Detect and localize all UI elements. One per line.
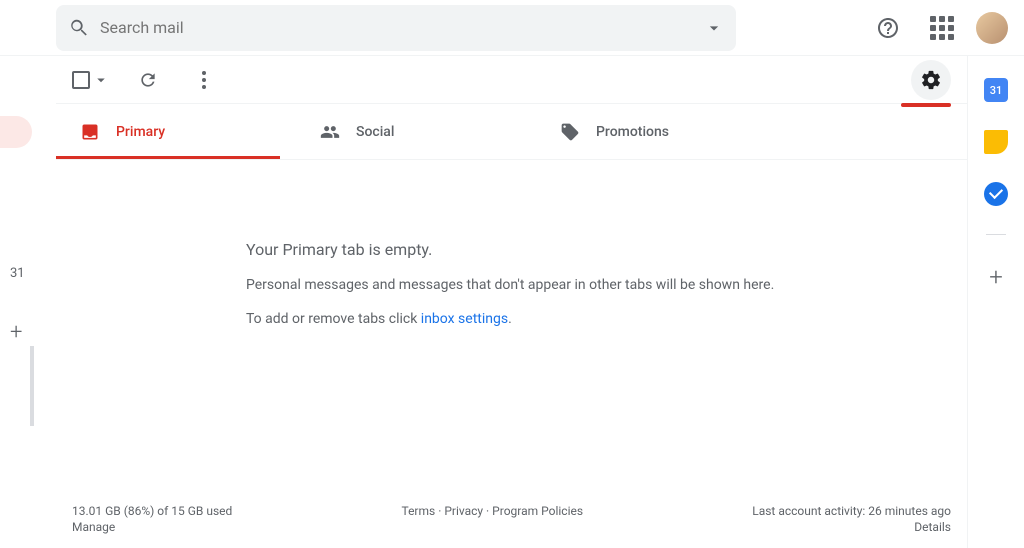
google-apps-button[interactable] bbox=[922, 8, 962, 48]
storage-text: 13.01 GB (86%) of 15 GB used bbox=[72, 504, 232, 518]
people-icon bbox=[320, 122, 340, 142]
tab-label: Social bbox=[356, 124, 394, 140]
main-panel: Primary Social Promotions Your Primary t… bbox=[56, 56, 968, 548]
rail-divider bbox=[986, 234, 1006, 235]
refresh-button[interactable] bbox=[130, 62, 166, 98]
activity-text: Last account activity: 26 minutes ago bbox=[752, 504, 951, 518]
search-bar[interactable] bbox=[56, 5, 736, 51]
tasks-app-icon[interactable] bbox=[984, 182, 1008, 206]
sidebar-count: 31 bbox=[10, 266, 25, 281]
settings-button[interactable] bbox=[911, 60, 951, 100]
footer-links: Terms · Privacy · Program Policies bbox=[401, 504, 583, 518]
search-icon bbox=[68, 17, 90, 39]
privacy-link[interactable]: Privacy bbox=[444, 504, 483, 518]
search-input[interactable] bbox=[100, 18, 704, 37]
tag-icon bbox=[560, 122, 580, 142]
add-addon-button[interactable]: + bbox=[989, 263, 1003, 291]
three-dots-icon bbox=[202, 71, 206, 89]
keep-app-icon[interactable] bbox=[984, 130, 1008, 154]
compose-pill[interactable] bbox=[0, 116, 32, 148]
settings-highlight bbox=[901, 103, 951, 107]
tab-primary[interactable]: Primary bbox=[56, 104, 296, 159]
left-sidebar: 31 + bbox=[0, 56, 56, 548]
empty-action-line: To add or remove tabs click inbox settin… bbox=[246, 311, 951, 327]
header-actions bbox=[868, 8, 1008, 48]
inbox-icon bbox=[80, 122, 100, 142]
toolbar bbox=[56, 56, 967, 104]
checkbox-icon bbox=[72, 71, 90, 89]
more-button[interactable] bbox=[186, 62, 222, 98]
content-area: 31 + bbox=[0, 56, 1024, 548]
empty-state: Your Primary tab is empty. Personal mess… bbox=[56, 160, 967, 494]
account-avatar[interactable] bbox=[976, 12, 1008, 44]
app-header bbox=[0, 0, 1024, 56]
help-button[interactable] bbox=[868, 8, 908, 48]
tab-label: Primary bbox=[116, 124, 165, 140]
right-side-panel: 31 + bbox=[968, 56, 1024, 548]
policies-link[interactable]: Program Policies bbox=[492, 504, 583, 518]
select-all-checkbox[interactable] bbox=[72, 71, 110, 89]
chevron-down-icon bbox=[92, 71, 110, 89]
manage-storage-link[interactable]: Manage bbox=[72, 520, 232, 534]
tab-label: Promotions bbox=[596, 124, 669, 140]
apps-grid-icon bbox=[930, 16, 954, 40]
tab-social[interactable]: Social bbox=[296, 104, 536, 159]
calendar-app-icon[interactable]: 31 bbox=[984, 78, 1008, 102]
empty-subtext: Personal messages and messages that don'… bbox=[246, 277, 951, 293]
inbox-settings-link[interactable]: inbox settings bbox=[421, 311, 508, 327]
footer: 13.01 GB (86%) of 15 GB used Manage Term… bbox=[56, 494, 967, 548]
tab-promotions[interactable]: Promotions bbox=[536, 104, 776, 159]
sidebar-scroll-indicator bbox=[30, 346, 34, 426]
category-tabs: Primary Social Promotions bbox=[56, 104, 967, 160]
sidebar-add-icon[interactable]: + bbox=[10, 320, 22, 345]
search-options-dropdown-icon[interactable] bbox=[704, 18, 724, 38]
terms-link[interactable]: Terms bbox=[401, 504, 435, 518]
gear-icon bbox=[920, 69, 942, 91]
activity-details-link[interactable]: Details bbox=[752, 520, 951, 534]
empty-heading: Your Primary tab is empty. bbox=[246, 240, 951, 259]
